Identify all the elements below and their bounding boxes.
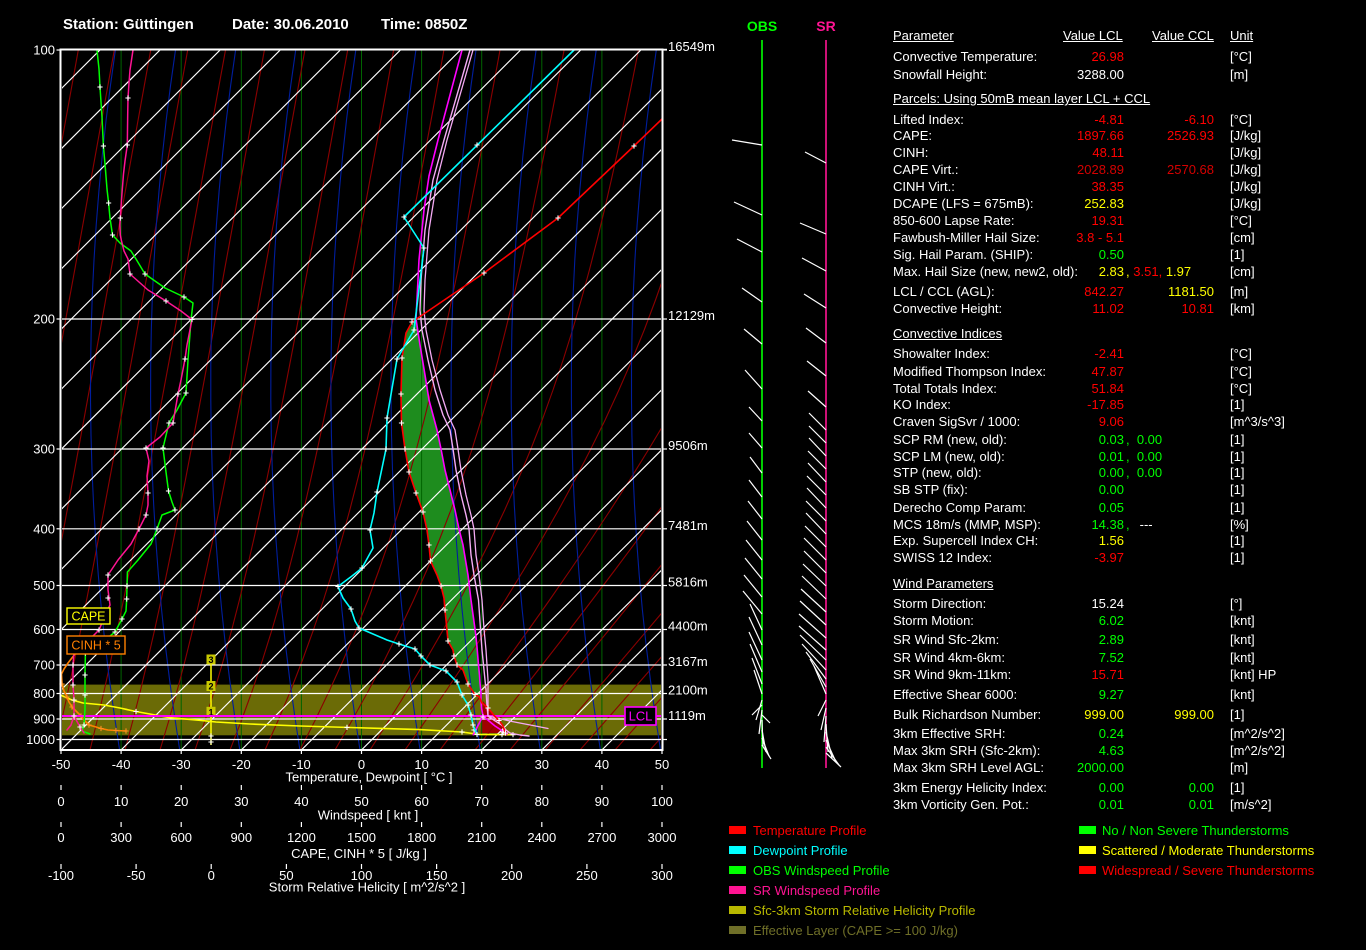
svg-text:4400m: 4400m [668, 619, 708, 634]
svg-text:200: 200 [501, 868, 523, 883]
svg-text:OBS: OBS [747, 18, 777, 34]
svg-text:1800: 1800 [407, 830, 436, 845]
svg-text:7481m: 7481m [668, 518, 708, 533]
svg-text:100: 100 [33, 43, 55, 58]
svg-text:1000: 1000 [26, 732, 55, 747]
svg-text:0: 0 [208, 868, 215, 883]
svg-text:30: 30 [535, 757, 549, 772]
svg-text:-40: -40 [112, 757, 131, 772]
svg-text:SR: SR [816, 18, 835, 34]
svg-text:300: 300 [651, 868, 673, 883]
svg-text:2100: 2100 [467, 830, 496, 845]
svg-text:1500: 1500 [347, 830, 376, 845]
svg-text:300: 300 [33, 442, 55, 457]
svg-text:400: 400 [33, 521, 55, 536]
svg-text:Storm Relative Helicity [ m^2: Storm Relative Helicity [ m^2/s^2 ] [269, 880, 465, 895]
svg-text:3: 3 [208, 655, 213, 665]
svg-text:300: 300 [110, 830, 132, 845]
svg-text:9506m: 9506m [668, 438, 708, 453]
svg-text:LCL: LCL [629, 709, 653, 724]
svg-text:600: 600 [170, 830, 192, 845]
svg-text:900: 900 [33, 712, 55, 727]
svg-text:40: 40 [294, 794, 308, 809]
svg-text:100: 100 [651, 794, 673, 809]
svg-text:2: 2 [208, 682, 213, 692]
svg-text:-30: -30 [172, 757, 191, 772]
svg-text:250: 250 [576, 868, 598, 883]
svg-text:CAPE, CINH * 5 [ J/kg ]: CAPE, CINH * 5 [ J/kg ] [291, 846, 427, 861]
svg-text:5816m: 5816m [668, 575, 708, 590]
svg-text:0: 0 [57, 794, 64, 809]
svg-text:0: 0 [57, 830, 64, 845]
svg-text:90: 90 [595, 794, 609, 809]
svg-text:-100: -100 [48, 868, 74, 883]
svg-text:20: 20 [474, 757, 488, 772]
svg-text:500: 500 [33, 578, 55, 593]
svg-text:12129m: 12129m [668, 308, 715, 323]
svg-text:Temperature, Dewpoint [ °C ]: Temperature, Dewpoint [ °C ] [285, 770, 452, 785]
svg-text:16549m: 16549m [668, 39, 715, 54]
svg-text:600: 600 [33, 622, 55, 637]
svg-text:-50: -50 [127, 868, 146, 883]
svg-text:800: 800 [33, 686, 55, 701]
svg-text:40: 40 [595, 757, 609, 772]
svg-text:80: 80 [535, 794, 549, 809]
svg-text:CINH * 5: CINH * 5 [71, 639, 120, 653]
svg-text:900: 900 [230, 830, 252, 845]
svg-text:2700: 2700 [587, 830, 616, 845]
svg-text:20: 20 [174, 794, 188, 809]
svg-text:10: 10 [114, 794, 128, 809]
svg-text:Windspeed [ knt ]: Windspeed [ knt ] [318, 808, 418, 823]
svg-text:3000: 3000 [648, 830, 677, 845]
svg-text:2400: 2400 [527, 830, 556, 845]
svg-text:CAPE: CAPE [71, 610, 105, 624]
svg-text:3167m: 3167m [668, 654, 708, 669]
svg-text:50: 50 [655, 757, 669, 772]
svg-text:1200: 1200 [287, 830, 316, 845]
svg-text:1119m: 1119m [668, 708, 706, 723]
svg-text:-20: -20 [232, 757, 251, 772]
svg-text:700: 700 [33, 658, 55, 673]
svg-text:-50: -50 [52, 757, 71, 772]
svg-text:30: 30 [234, 794, 248, 809]
svg-text:200: 200 [33, 312, 55, 327]
svg-text:70: 70 [474, 794, 488, 809]
svg-text:2100m: 2100m [668, 683, 708, 698]
